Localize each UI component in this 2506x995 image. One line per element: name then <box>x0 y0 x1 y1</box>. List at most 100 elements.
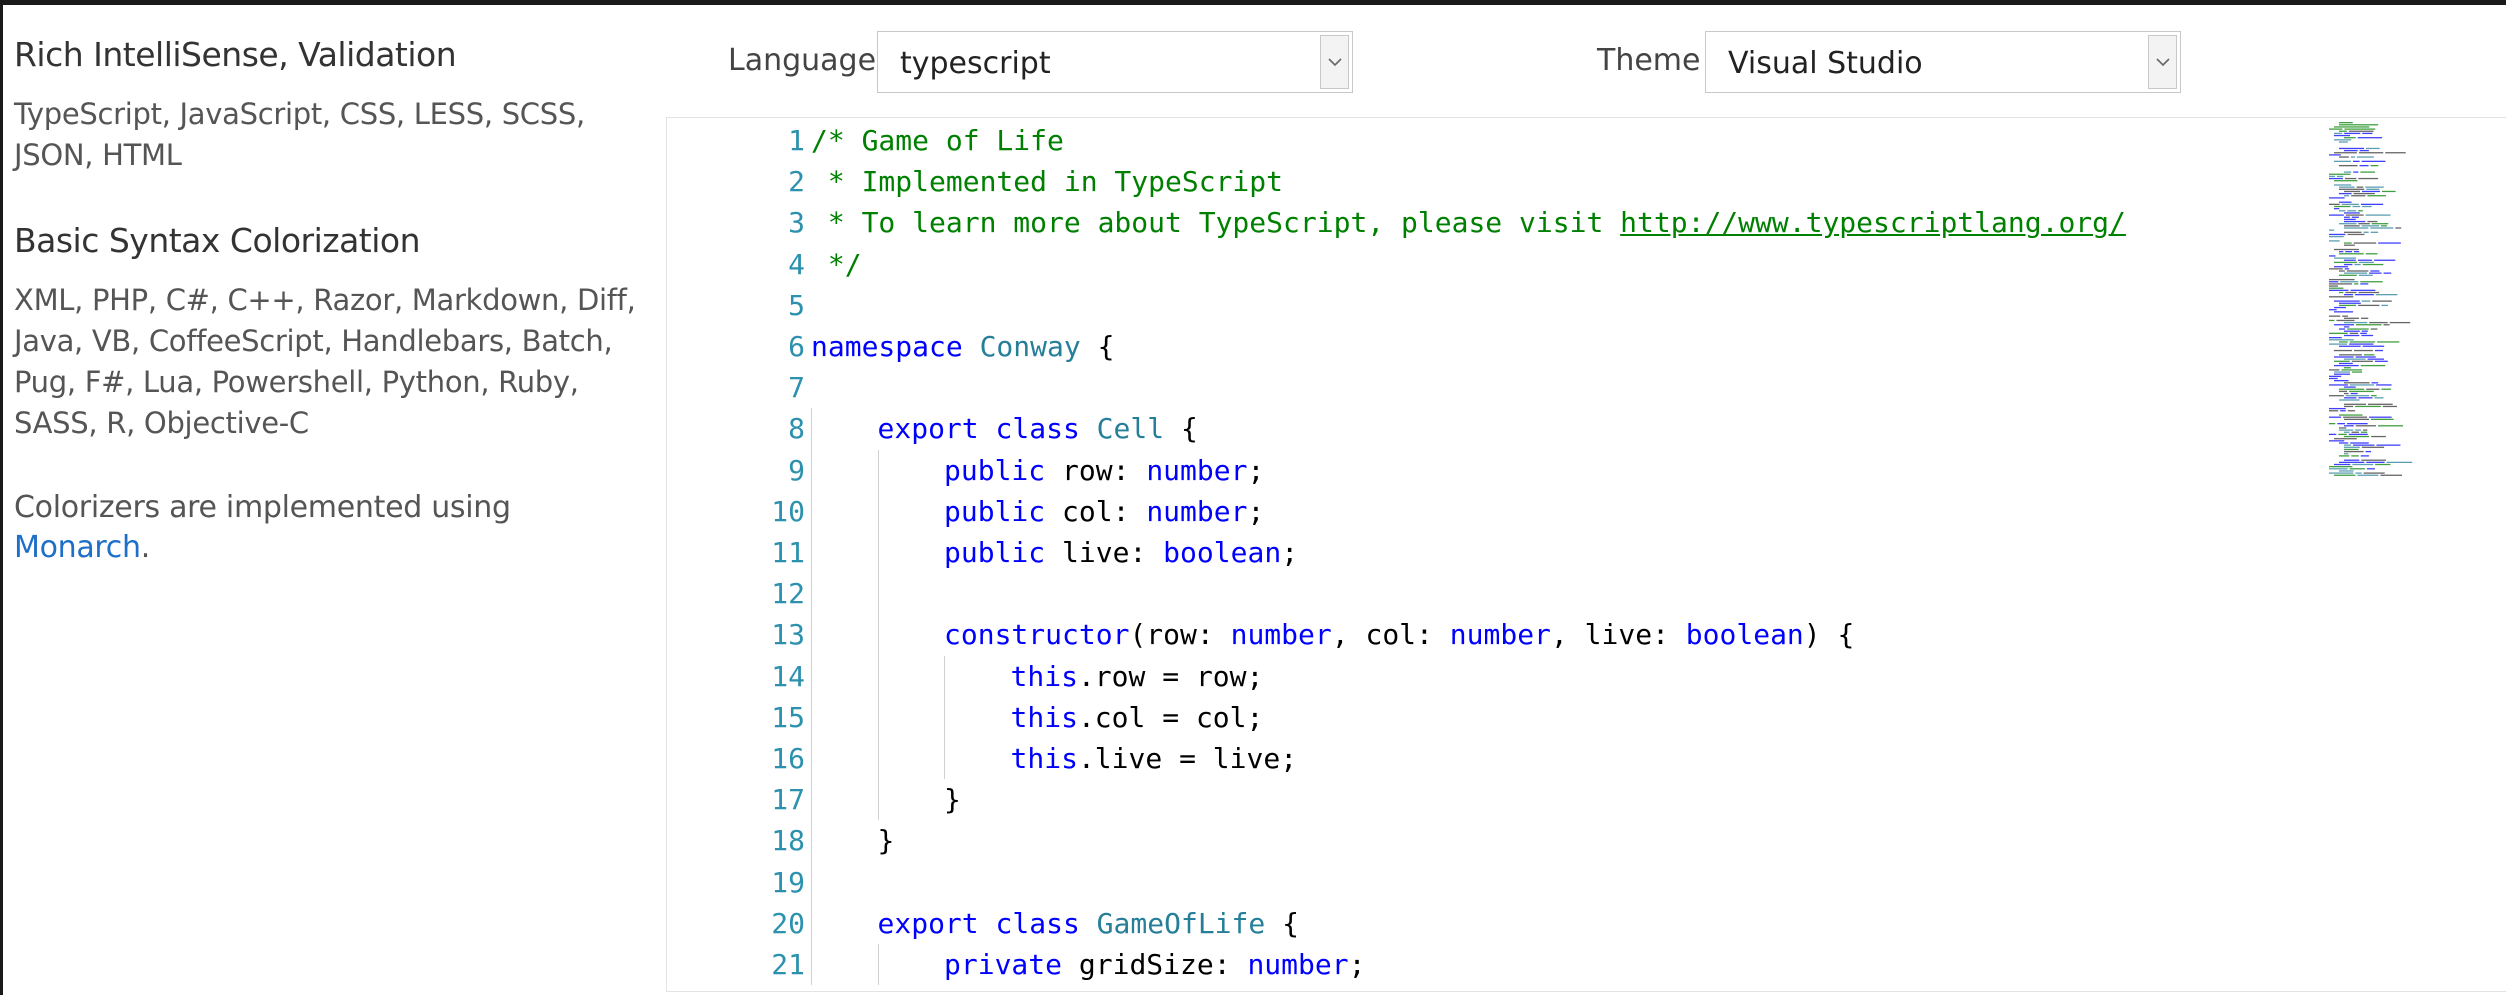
minimap-stroke <box>2351 195 2366 197</box>
monarch-link[interactable]: Monarch <box>14 530 141 565</box>
language-select[interactable]: typescript <box>877 31 1353 93</box>
minimap-stroke <box>2329 423 2336 425</box>
code-line[interactable]: 16 this.live = live; <box>667 738 2317 780</box>
minimap-stroke <box>2339 341 2348 343</box>
minimap-stroke <box>2357 156 2374 158</box>
minimap-stroke <box>2344 225 2360 227</box>
line-number: 16 <box>771 742 805 775</box>
minimap-stroke <box>2344 453 2349 455</box>
minimap-stroke <box>2339 188 2365 190</box>
minimap-stroke <box>2363 472 2385 474</box>
minimap-stroke <box>2339 461 2365 463</box>
chevron-down-icon[interactable] <box>1320 35 1349 89</box>
minimap-stroke <box>2370 418 2394 420</box>
minimap-stroke <box>2329 410 2339 412</box>
minimap-stroke <box>2383 272 2392 274</box>
minimap-stroke <box>2334 356 2354 358</box>
code-line[interactable]: 15 this.col = col; <box>667 696 2317 738</box>
code-line[interactable]: 21 private gridSize: number; <box>667 944 2317 986</box>
minimap-stroke <box>2329 177 2343 180</box>
code-line[interactable]: 11 public live: boolean; <box>667 532 2317 574</box>
code-link[interactable]: http://www.typescriptlang.org/ <box>1620 206 2126 239</box>
minimap-stroke <box>2339 304 2357 307</box>
code-text: } <box>944 779 961 820</box>
minimap-stroke <box>2339 354 2362 356</box>
theme-select[interactable]: Visual Studio <box>1705 31 2181 93</box>
minimap-stroke <box>2329 339 2354 341</box>
minimap-stroke <box>2334 266 2348 268</box>
indent-guide <box>877 779 879 821</box>
code-line[interactable]: 19 <box>667 861 2317 903</box>
minimap-stroke <box>2383 324 2390 326</box>
code-line[interactable]: 7 <box>667 367 2317 408</box>
code-text: public row: number; <box>944 450 1264 491</box>
minimap-stroke <box>2353 251 2360 253</box>
minimap-stroke <box>2370 328 2378 330</box>
code-token: ; <box>1247 453 1265 487</box>
minimap-stroke <box>2365 253 2378 255</box>
code-line[interactable]: 13 constructor(row: number, col: number, … <box>667 614 2317 656</box>
code-text: this.row = row; <box>1011 656 1264 697</box>
minimap-stroke <box>2365 186 2384 188</box>
code-line[interactable]: 5 <box>667 285 2317 326</box>
line-number: 7 <box>788 371 805 405</box>
feature-desc-line: XML, PHP, C#, C++, Razor, Markdown, Diff… <box>14 283 636 317</box>
code-editor[interactable]: 1/* Game of Life 2 * Implemented in TypeS… <box>666 117 2506 992</box>
minimap-stroke <box>2351 371 2363 373</box>
code-line[interactable]: 3 * To learn more about TypeScript, plea… <box>667 202 2317 243</box>
code-line[interactable]: 17} <box>667 779 2317 821</box>
minimap-stroke <box>2339 414 2363 416</box>
monarch-note: Colorizers are implemented using Monarch… <box>14 488 654 568</box>
minimap-stroke <box>2339 165 2358 167</box>
minimap-stroke <box>2339 141 2348 143</box>
minimap-stroke <box>2348 433 2368 436</box>
code-token: * Implemented in TypeScript <box>811 165 1284 199</box>
code-line[interactable]: 18} <box>667 820 2317 862</box>
minimap-stroke <box>2334 474 2356 476</box>
code-token: GameOfLife <box>1096 906 1266 940</box>
code-line[interactable]: 6 namespace Conway { <box>667 326 2317 367</box>
indent-guide <box>877 490 879 532</box>
code-line[interactable]: 12 <box>667 573 2317 615</box>
code-line[interactable]: 20 export class GameOfLife { <box>667 902 2317 944</box>
code-token: live: <box>1045 536 1164 569</box>
minimap-stroke <box>2365 450 2372 453</box>
minimap-stroke <box>2352 205 2361 208</box>
indent-guide <box>811 861 812 903</box>
minimap-stroke <box>2366 461 2385 463</box>
minimap-stroke <box>2344 259 2356 261</box>
code-line[interactable]: 14 this.row = row; <box>667 655 2317 697</box>
minimap[interactable] <box>2327 118 2506 992</box>
chevron-down-icon[interactable] <box>2148 35 2177 89</box>
minimap-stroke <box>2329 214 2344 216</box>
minimap-stroke <box>2334 180 2358 182</box>
code-line[interactable]: 9 public row: number; <box>667 449 2317 491</box>
minimap-stroke <box>2355 429 2362 431</box>
indent-guide <box>877 614 879 656</box>
minimap-stroke <box>2339 274 2357 276</box>
indent-guide <box>811 820 812 862</box>
indent-guide <box>811 902 812 944</box>
minimap-stroke <box>2374 360 2388 362</box>
minimap-stroke <box>2355 356 2376 358</box>
code-line[interactable]: 8 export class Cell { <box>667 408 2317 450</box>
minimap-stroke <box>2344 149 2358 152</box>
code-line[interactable]: 2 * Implemented in TypeScript <box>667 161 2317 202</box>
code-line[interactable]: 10 public col: number; <box>667 490 2317 532</box>
minimap-stroke <box>2344 171 2352 173</box>
indent-guide <box>811 573 812 615</box>
minimap-stroke <box>2329 281 2339 283</box>
indent-guide <box>877 738 879 780</box>
minimap-stroke <box>2344 397 2357 399</box>
minimap-stroke <box>2378 425 2404 427</box>
code-token: , live: <box>1550 618 1686 652</box>
code-line[interactable]: 4 */ <box>667 244 2317 285</box>
code-line[interactable]: 1/* Game of Life <box>667 120 2317 161</box>
minimap-stroke <box>2329 377 2338 380</box>
code-token: /* Game of Life <box>811 124 1064 157</box>
minimap-stroke <box>2370 165 2379 167</box>
minimap-stroke <box>2344 392 2349 395</box>
minimap-stroke <box>2348 130 2374 132</box>
minimap-stroke <box>2347 210 2357 212</box>
